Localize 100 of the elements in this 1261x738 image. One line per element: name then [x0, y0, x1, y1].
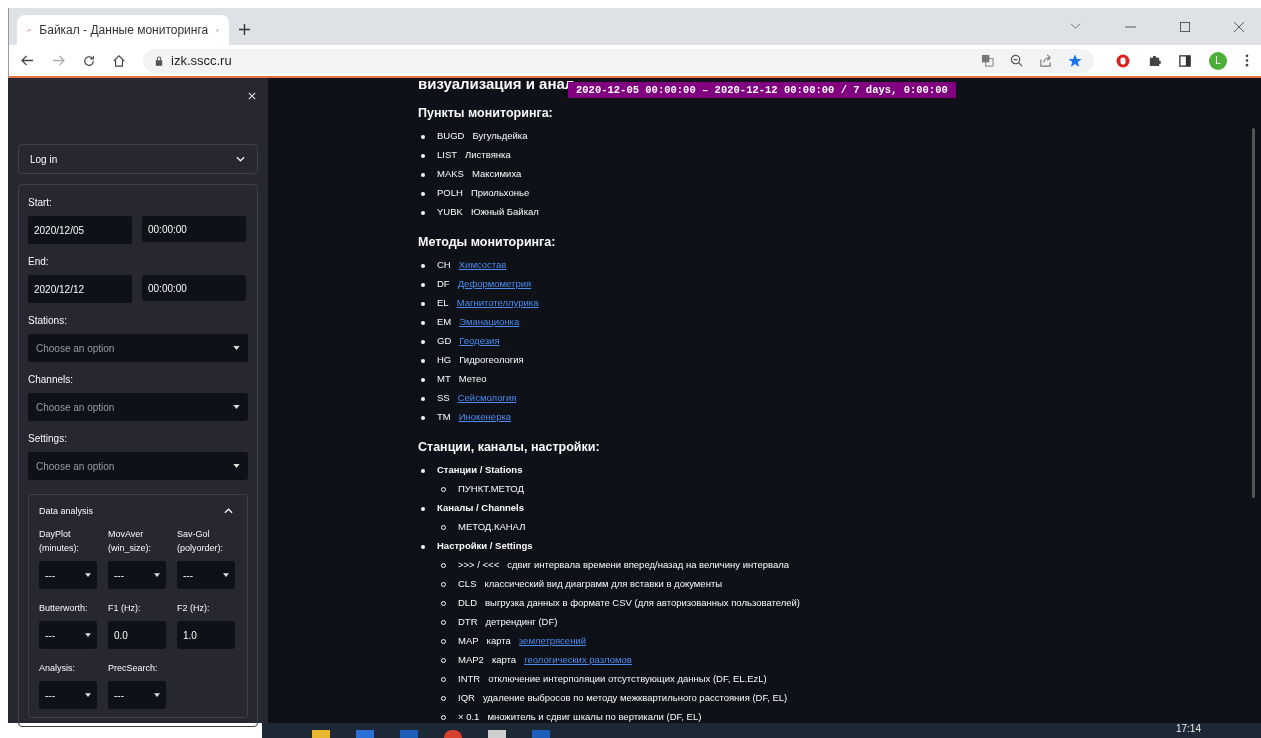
chevron-icon: [224, 508, 233, 514]
item-link[interactable]: Деформометрия: [457, 278, 532, 297]
time-field[interactable]: 00:00:00: [142, 216, 246, 242]
bullet-icon: [421, 359, 425, 363]
maximize-icon[interactable]: [1180, 21, 1190, 32]
field-label: PrecSearch:: [108, 662, 159, 675]
item-code: DF: [437, 278, 450, 291]
item-code: GD: [437, 335, 452, 348]
more-icon[interactable]: [1245, 54, 1249, 67]
item-code: SS: [437, 392, 450, 405]
plus-icon[interactable]: [239, 24, 250, 35]
reload-icon[interactable]: [83, 54, 95, 67]
bullet-icon: [421, 154, 425, 158]
bullet-icon: [421, 173, 425, 177]
item-link[interactable]: Инокенерка: [458, 411, 512, 430]
bullet-icon: [421, 545, 425, 549]
item-text: карта: [486, 635, 511, 648]
field-label: Settings:: [28, 433, 68, 444]
browser-icon[interactable]: [444, 730, 462, 738]
item-link[interactable]: Эманационка: [459, 316, 520, 335]
item-code: × 0.1: [458, 711, 480, 723]
scrollbar[interactable]: [1252, 128, 1255, 498]
item-code: TM: [437, 411, 451, 424]
item-text: выгрузка данных в формате CSV (для авторизованных пользователей): [485, 597, 800, 610]
date-field[interactable]: 2020/12/05: [28, 216, 132, 244]
bullet-icon: [421, 321, 425, 325]
item-text: отключение интерполяции отсутствующих данных (DF, EL.EzL): [488, 673, 767, 686]
section-heading: Пункты мониторинга:: [418, 106, 554, 120]
data-analysis-header[interactable]: Data analysis: [39, 503, 237, 519]
bullet-icon: [421, 416, 425, 420]
item-text: классический вид диаграмм для вставки в документы: [484, 578, 723, 591]
select-field[interactable]: ---: [39, 681, 97, 709]
select-field[interactable]: ---: [39, 561, 97, 589]
select-field[interactable]: ---: [177, 561, 235, 589]
lock-icon: [155, 55, 163, 66]
item-link[interactable]: Геодезия: [459, 335, 500, 354]
bullet-icon: [421, 469, 425, 473]
select-field[interactable]: ---: [39, 621, 97, 649]
item-text: Бугульдейка: [472, 130, 528, 143]
field-label: Butterworth:: [39, 602, 89, 615]
minimize-icon[interactable]: [1125, 25, 1136, 28]
bullet-icon: [421, 192, 425, 196]
chevron-down-icon[interactable]: [1070, 23, 1081, 30]
item-text: Максимиха: [471, 168, 522, 181]
select-field[interactable]: ---: [108, 561, 166, 589]
field-label: Analysis:: [39, 662, 76, 675]
item-text: Гидрогеология: [459, 354, 524, 367]
address-field[interactable]: izk.sscc.ru: [143, 48, 1094, 73]
close-icon[interactable]: [1234, 21, 1244, 32]
item-code: MAP: [458, 635, 479, 648]
select-field[interactable]: Choose an option: [28, 452, 248, 480]
zoom-out-icon[interactable]: [1010, 54, 1023, 67]
caret-icon: [85, 573, 91, 577]
number-field[interactable]: 1.0: [177, 621, 235, 649]
back-arrow-icon[interactable]: [21, 55, 34, 66]
side-panel-icon[interactable]: [1179, 54, 1191, 67]
time-field[interactable]: 00:00:00: [142, 275, 246, 301]
bullet-icon: [421, 283, 425, 287]
number-field[interactable]: 0.0: [108, 621, 166, 649]
date-field[interactable]: 2020/12/12: [28, 275, 132, 303]
item-text: Южный Байкал: [470, 206, 539, 219]
item-text: МЕТОД.КАНАЛ: [458, 521, 526, 534]
item-link[interactable]: Сейсмология: [457, 392, 517, 411]
item-code: IQR: [458, 692, 475, 705]
item-text: сдвиг интервала времени вперед/назад на величину интервала: [507, 559, 790, 572]
item-code: INTR: [458, 673, 481, 686]
select-field[interactable]: Choose an option: [28, 334, 248, 362]
share-icon[interactable]: [1039, 54, 1052, 67]
puzzle-icon[interactable]: [1148, 54, 1161, 67]
select-field[interactable]: Choose an option: [28, 393, 248, 421]
login-expander[interactable]: Log in: [18, 144, 258, 174]
item-code: MAKS: [437, 168, 464, 181]
item-code: CLS: [458, 578, 477, 591]
item-code: POLH: [437, 187, 463, 200]
bullet-icon: [421, 507, 425, 511]
forward-arrow-icon[interactable]: [52, 55, 65, 66]
section-heading: Станции, каналы, настройки:: [418, 440, 601, 454]
item-link[interactable]: геологических разломов: [524, 654, 632, 673]
field-label: DayPlot (minutes):: [39, 528, 80, 555]
item-code: HG: [437, 354, 452, 367]
star-icon[interactable]: [1068, 53, 1082, 68]
bullet-icon: [421, 397, 425, 401]
caret-icon: [233, 405, 240, 409]
home-icon[interactable]: [113, 54, 125, 67]
field-label: Start:: [28, 197, 53, 208]
item-link[interactable]: Химсостав: [458, 259, 507, 278]
item-text: множитель и сдвиг шкалы по вертикали (DF, EL): [487, 711, 702, 723]
select-field[interactable]: ---: [108, 681, 166, 709]
item-text: Настройки / Settings: [437, 540, 533, 553]
translate-icon[interactable]: [981, 54, 994, 67]
item-link[interactable]: Магнитотеллурика: [456, 297, 539, 316]
chevron-icon: [236, 156, 245, 162]
item-code: BUGD: [437, 130, 465, 143]
caret-icon: [85, 693, 91, 697]
item-link[interactable]: землетрясений: [518, 635, 586, 654]
bullet-icon: [421, 211, 425, 215]
bullet-icon: [421, 378, 425, 382]
item-text: ПУНКТ.МЕТОД: [458, 483, 524, 496]
browser-tab[interactable]: Байкал - Данные мониторинга: [17, 15, 229, 45]
field-label: F1 (Hz):: [108, 602, 142, 615]
